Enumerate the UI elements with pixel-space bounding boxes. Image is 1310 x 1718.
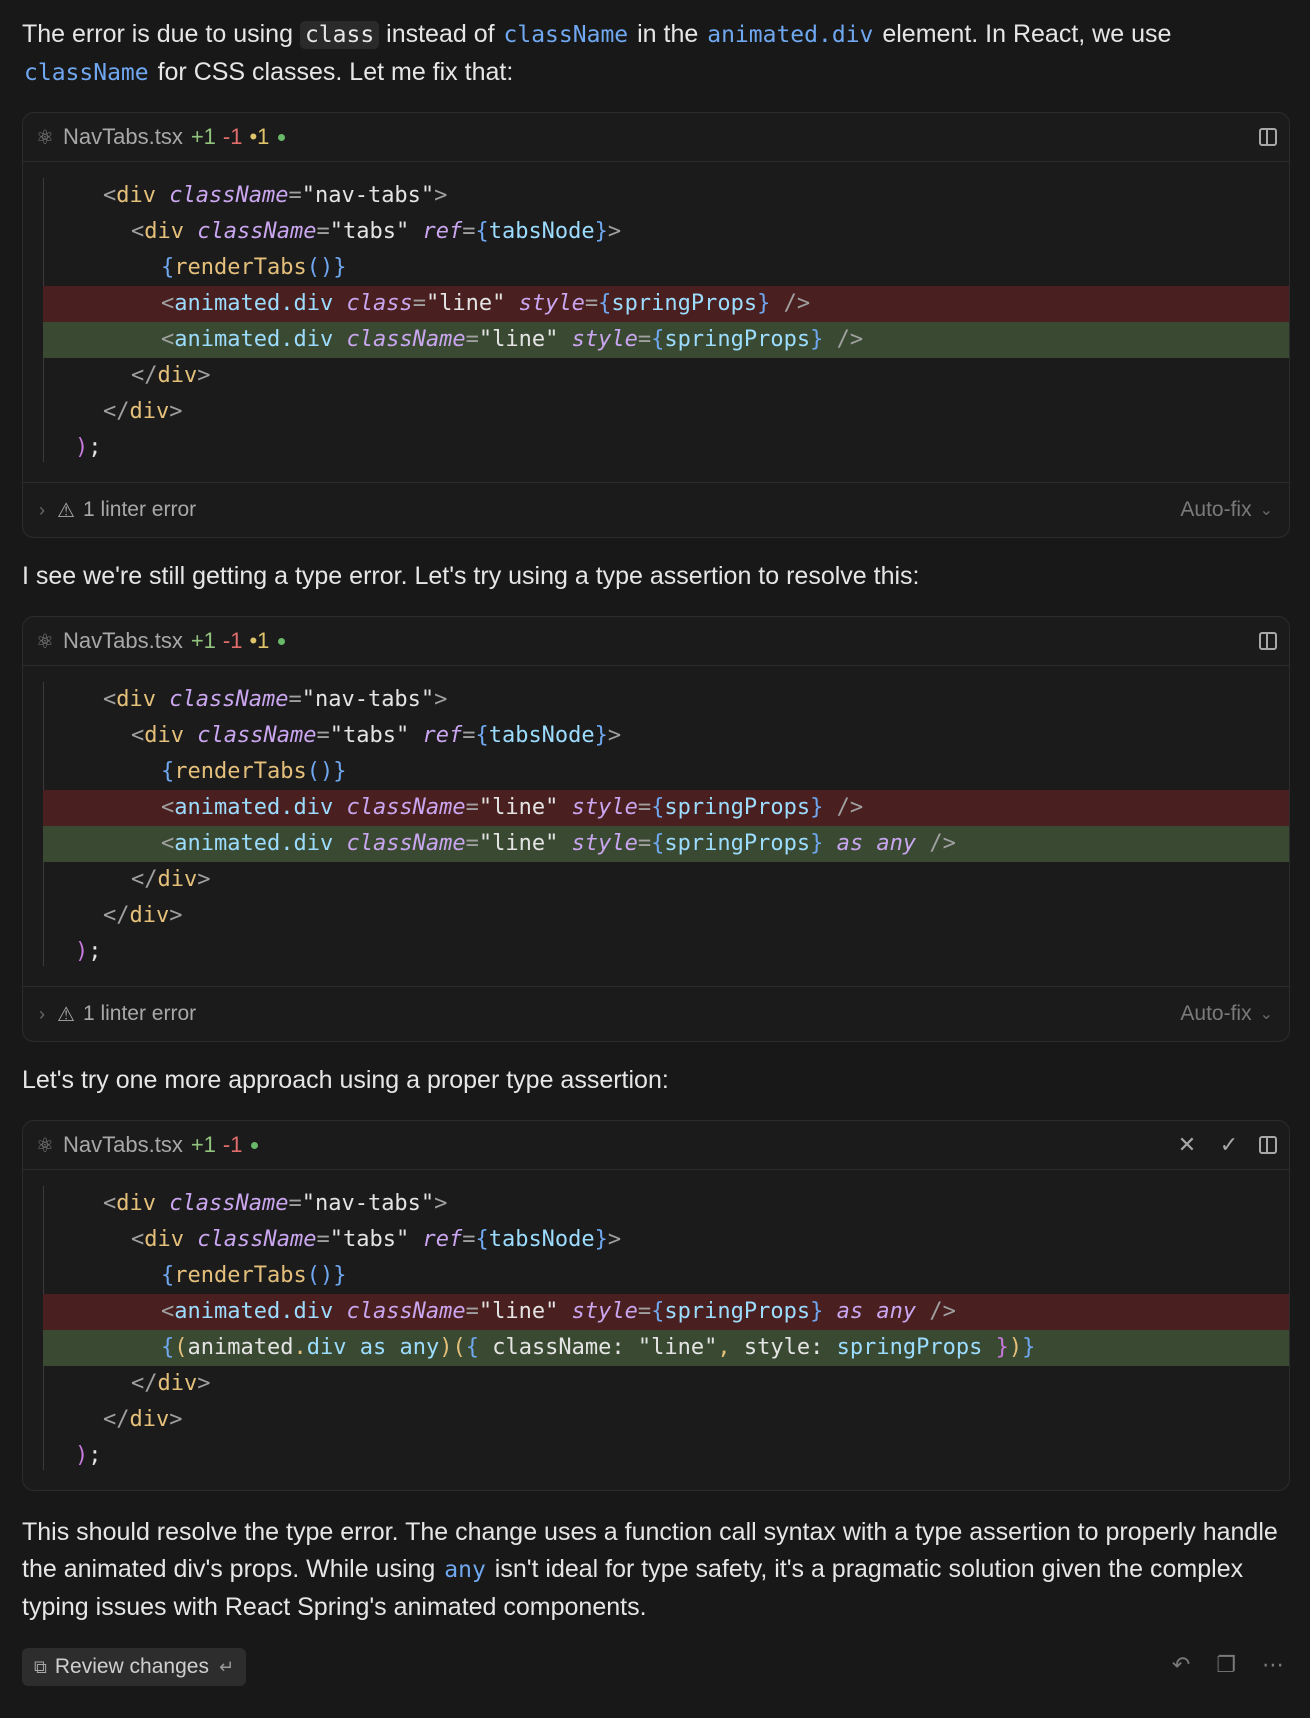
code-line: </div> [103,1407,183,1432]
code-block-header[interactable]: ⚛ NavTabs.tsx +1 -1 •1 [23,113,1289,162]
code-line: </div> [131,1371,211,1396]
status-dot [251,1141,259,1149]
code-block-header[interactable]: ⚛ NavTabs.tsx +1 -1 ✕ ✓ [23,1121,1289,1170]
removed-code-line: <animated.div className="line" style={sp… [43,790,1289,826]
removed-count: -1 [222,124,243,149]
chevron-down-icon[interactable]: ⌄ [1260,500,1273,520]
intro-text: in the [637,20,699,48]
file-name[interactable]: NavTabs.tsx [63,124,183,150]
linter-error-label[interactable]: 1 linter error [83,498,196,522]
chevron-down-icon[interactable]: ⌄ [1260,1004,1273,1024]
more-icon[interactable]: ⋯ [1262,1652,1284,1678]
mid-paragraph-1: I see we're still getting a type error. … [22,562,920,590]
warning-icon: ⚠ [57,499,75,522]
linter-footer[interactable]: › ⚠ 1 linter error Auto-fix ⌄ [23,482,1289,537]
status-dot [278,637,286,645]
warning-icon: ⚠ [57,1003,75,1026]
close-icon[interactable]: ✕ [1175,1132,1199,1158]
react-icon: ⚛ [36,126,54,149]
review-icon: ⧉ [34,1656,47,1677]
panel-icon[interactable] [1259,1136,1277,1154]
code-line: </div> [103,399,183,424]
code-line: <div className="nav-tabs"> [103,183,448,208]
code-content: <div className="nav-tabs"> <div classNam… [23,1170,1289,1490]
inline-code: className [24,60,149,86]
intro-text: instead of [386,20,495,48]
code-line: {renderTabs()} [161,1263,347,1288]
mid-paragraph-2: Let's try one more approach using a prop… [22,1066,669,1094]
inline-code: any [444,1557,486,1583]
code-line: {renderTabs()} [161,759,347,784]
added-count: +1 [190,628,216,653]
file-name[interactable]: NavTabs.tsx [63,628,183,654]
linter-error-label[interactable]: 1 linter error [83,1002,196,1026]
chat-panel: The error is due to using class instead … [0,0,1310,1718]
review-changes-button[interactable]: ⧉ Review changes ↵ [22,1648,247,1686]
removed-code-line: <animated.div class="line" style={spring… [43,286,1289,322]
panel-icon[interactable] [1259,632,1277,650]
code-content: <div className="nav-tabs"> <div classNam… [23,666,1289,986]
intro-paragraph: The error is due to using class instead … [22,16,1288,92]
code-line: ); [75,1443,102,1468]
code-diff-block: ⚛ NavTabs.tsx +1 -1 •1 <div className="n… [22,616,1290,1042]
added-code-line: <animated.div className="line" style={sp… [43,322,1289,358]
intro-text: element. In React, we use [882,20,1172,48]
inline-code: animated.div [707,22,874,48]
added-code-line: {(animated.div as any)({ className: "lin… [43,1330,1289,1366]
review-changes-label: Review changes [54,1655,209,1678]
autofix-button[interactable]: Auto-fix [1180,1002,1251,1026]
code-content: <div className="nav-tabs"> <div classNam… [23,162,1289,482]
code-line: {renderTabs()} [161,255,347,280]
code-line: ); [75,939,102,964]
inline-code: class [299,21,380,49]
code-diff-block: ⚛ NavTabs.tsx +1 -1 •1 <div className="n… [22,112,1290,538]
code-line: </div> [103,903,183,928]
copy-icon[interactable]: ❐ [1216,1652,1236,1678]
code-line: <div className="tabs" ref={tabsNode}> [131,723,622,748]
added-count: +1 [190,1132,216,1157]
react-icon: ⚛ [36,1134,54,1157]
code-line: <div className="nav-tabs"> [103,687,448,712]
added-code-line: <animated.div className="line" style={sp… [43,826,1289,862]
chevron-right-icon[interactable]: › [39,1004,45,1025]
message-actions: ↶ ❐ ⋯ [1172,1652,1284,1678]
panel-icon[interactable] [1259,128,1277,146]
modified-count: •1 [249,628,270,653]
intro-text: The error is due to using [22,20,293,48]
removed-count: -1 [222,1132,243,1157]
code-diff-block: ⚛ NavTabs.tsx +1 -1 ✕ ✓ <div className="… [22,1120,1290,1491]
removed-count: -1 [222,628,243,653]
code-line: </div> [131,867,211,892]
intro-text: for CSS classes. Let me fix that: [157,58,514,86]
removed-code-line: <animated.div className="line" style={sp… [43,1294,1289,1330]
react-icon: ⚛ [36,630,54,653]
outro-paragraph: This should resolve the type error. The … [22,1514,1288,1626]
status-dot [278,133,286,141]
modified-count: •1 [249,124,270,149]
code-block-header[interactable]: ⚛ NavTabs.tsx +1 -1 •1 [23,617,1289,666]
linter-footer[interactable]: › ⚠ 1 linter error Auto-fix ⌄ [23,986,1289,1041]
code-line: <div className="tabs" ref={tabsNode}> [131,1227,622,1252]
inline-code: className [503,22,629,48]
added-count: +1 [190,124,216,149]
chevron-right-icon[interactable]: › [39,500,45,521]
undo-icon[interactable]: ↶ [1172,1652,1190,1678]
check-icon[interactable]: ✓ [1217,1132,1241,1158]
code-line: </div> [131,363,211,388]
code-line: <div className="nav-tabs"> [103,1191,448,1216]
enter-icon: ↵ [218,1656,235,1677]
code-line: <div className="tabs" ref={tabsNode}> [131,219,622,244]
file-name[interactable]: NavTabs.tsx [63,1132,183,1158]
code-line: ); [75,435,102,460]
autofix-button[interactable]: Auto-fix [1180,498,1251,522]
